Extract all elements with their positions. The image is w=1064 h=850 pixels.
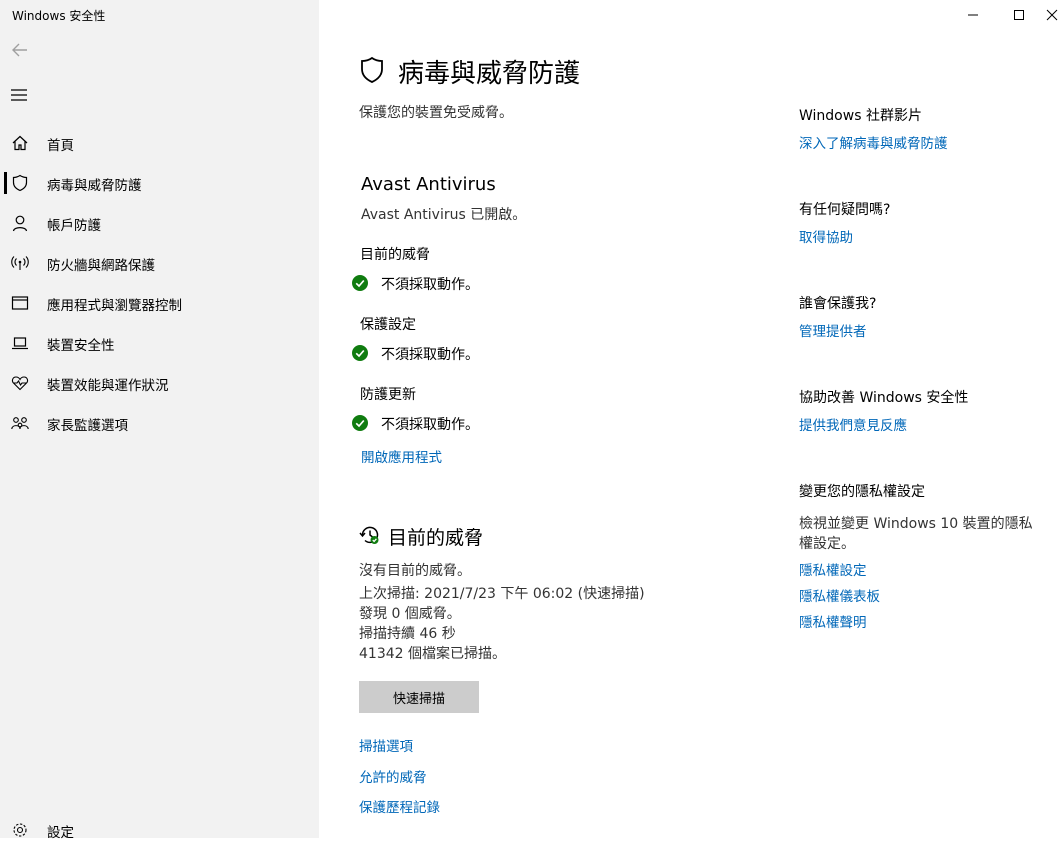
privacy-dashboard-link[interactable]: 隱私權儀表板 (799, 585, 880, 605)
sidebar-item-virus-protection[interactable]: 病毒與威脅防護 (0, 163, 319, 203)
sidebar-item-label: 設定 (47, 825, 74, 841)
sidebar-item-label: 應用程式與瀏覽器控制 (47, 298, 182, 314)
privacy-header: 變更您的隱私權設定 (799, 484, 925, 500)
privacy-description: 檢視並變更 Windows 10 裝置的隱私 (799, 516, 1033, 532)
feedback-link[interactable]: 提供我們意見反應 (799, 414, 907, 434)
maximize-button[interactable] (996, 0, 1042, 30)
page-subtitle: 保護您的裝置免受威脅。 (359, 105, 513, 121)
protector-header: 誰會保護我? (799, 296, 877, 312)
sidebar: 首頁 病毒與威脅防護 帳戶防護 防火牆與網路保護 應用程式與瀏覽器控制 裝置安全… (0, 0, 319, 841)
sidebar-item-label: 防火牆與網路保護 (47, 258, 155, 274)
sidebar-item-device-security[interactable]: 裝置安全性 (0, 323, 319, 363)
last-scan-text: 上次掃描: 2021/7/23 下午 06:02 (快速掃描) (359, 586, 645, 602)
browser-window-icon (11, 296, 29, 310)
minimize-icon (968, 14, 978, 16)
provider-status: Avast Antivirus 已開啟。 (361, 207, 527, 223)
back-arrow-icon (12, 43, 27, 57)
close-button[interactable] (1040, 0, 1064, 30)
family-icon (11, 417, 29, 430)
community-header: Windows 社群影片 (799, 108, 922, 124)
sidebar-item-label: 病毒與威脅防護 (47, 178, 142, 194)
threats-found-text: 發現 0 個威脅。 (359, 606, 461, 622)
sidebar-item-label: 裝置安全性 (47, 338, 115, 354)
scan-history-icon (359, 526, 379, 544)
menu-button[interactable] (8, 83, 32, 107)
learn-more-link[interactable]: 深入了解病毒與威脅防護 (799, 132, 948, 152)
antenna-icon (11, 256, 29, 270)
sidebar-item-home[interactable]: 首頁 (0, 123, 319, 163)
sidebar-item-device-performance[interactable]: 裝置效能與運作狀況 (0, 363, 319, 403)
sidebar-item-account-protection[interactable]: 帳戶防護 (0, 203, 319, 243)
check-icon (352, 345, 368, 361)
check-icon (352, 275, 368, 291)
sidebar-item-label: 首頁 (47, 138, 74, 154)
sidebar-item-label: 裝置效能與運作狀況 (47, 378, 169, 394)
section-header-protection-updates: 防護更新 (360, 387, 416, 403)
help-header: 有任何疑問嗎? (799, 202, 891, 218)
laptop-icon (12, 337, 28, 350)
section-status: 不須採取動作。 (381, 277, 479, 293)
open-app-link[interactable]: 開啟應用程式 (361, 446, 442, 466)
protection-history-link[interactable]: 保護歷程記錄 (359, 796, 440, 816)
heart-pulse-icon (11, 376, 29, 391)
section-status: 不須採取動作。 (381, 417, 479, 433)
threats-title: 目前的威脅 (388, 527, 484, 549)
sidebar-item-app-browser-control[interactable]: 應用程式與瀏覽器控制 (0, 283, 319, 323)
check-icon (352, 415, 368, 431)
quick-scan-button[interactable]: 快速掃描 (359, 681, 479, 713)
person-icon (12, 215, 28, 232)
manage-providers-link[interactable]: 管理提供者 (799, 320, 867, 340)
scan-options-link[interactable]: 掃描選項 (359, 735, 413, 755)
section-header-protection-settings: 保護設定 (360, 317, 416, 333)
page-title: 病毒與威脅防護 (398, 59, 581, 89)
window-title: Windows 安全性 (12, 9, 106, 23)
privacy-statement-link[interactable]: 隱私權聲明 (799, 611, 867, 631)
sidebar-item-family-options[interactable]: 家長監護選項 (0, 403, 319, 443)
sidebar-item-firewall[interactable]: 防火牆與網路保護 (0, 243, 319, 283)
shield-icon (12, 174, 28, 192)
maximize-icon (1014, 10, 1024, 20)
home-icon (12, 135, 28, 151)
no-threats-text: 沒有目前的威脅。 (359, 563, 471, 579)
sidebar-item-label: 家長監護選項 (47, 418, 128, 434)
files-scanned-text: 41342 個檔案已掃描。 (359, 646, 506, 662)
improve-header: 協助改善 Windows 安全性 (799, 390, 969, 406)
get-help-link[interactable]: 取得協助 (799, 226, 853, 246)
privacy-settings-link[interactable]: 隱私權設定 (799, 559, 867, 579)
close-icon (1046, 9, 1058, 21)
scan-duration-text: 掃描持續 46 秒 (359, 626, 456, 642)
minimize-button[interactable] (950, 0, 996, 30)
privacy-description-cont: 權設定。 (799, 536, 855, 552)
shield-icon (361, 56, 383, 83)
gear-icon (13, 823, 27, 837)
section-header-current-threats: 目前的威脅 (360, 247, 430, 263)
provider-name: Avast Antivirus (361, 174, 496, 195)
hamburger-icon (11, 89, 27, 101)
sidebar-item-settings[interactable]: 設定 (0, 810, 319, 850)
title-bar: Windows 安全性 (0, 0, 1064, 30)
allowed-threats-link[interactable]: 允許的威脅 (359, 766, 427, 786)
section-status: 不須採取動作。 (381, 347, 479, 363)
sidebar-item-label: 帳戶防護 (47, 218, 101, 234)
back-button[interactable] (8, 38, 32, 62)
